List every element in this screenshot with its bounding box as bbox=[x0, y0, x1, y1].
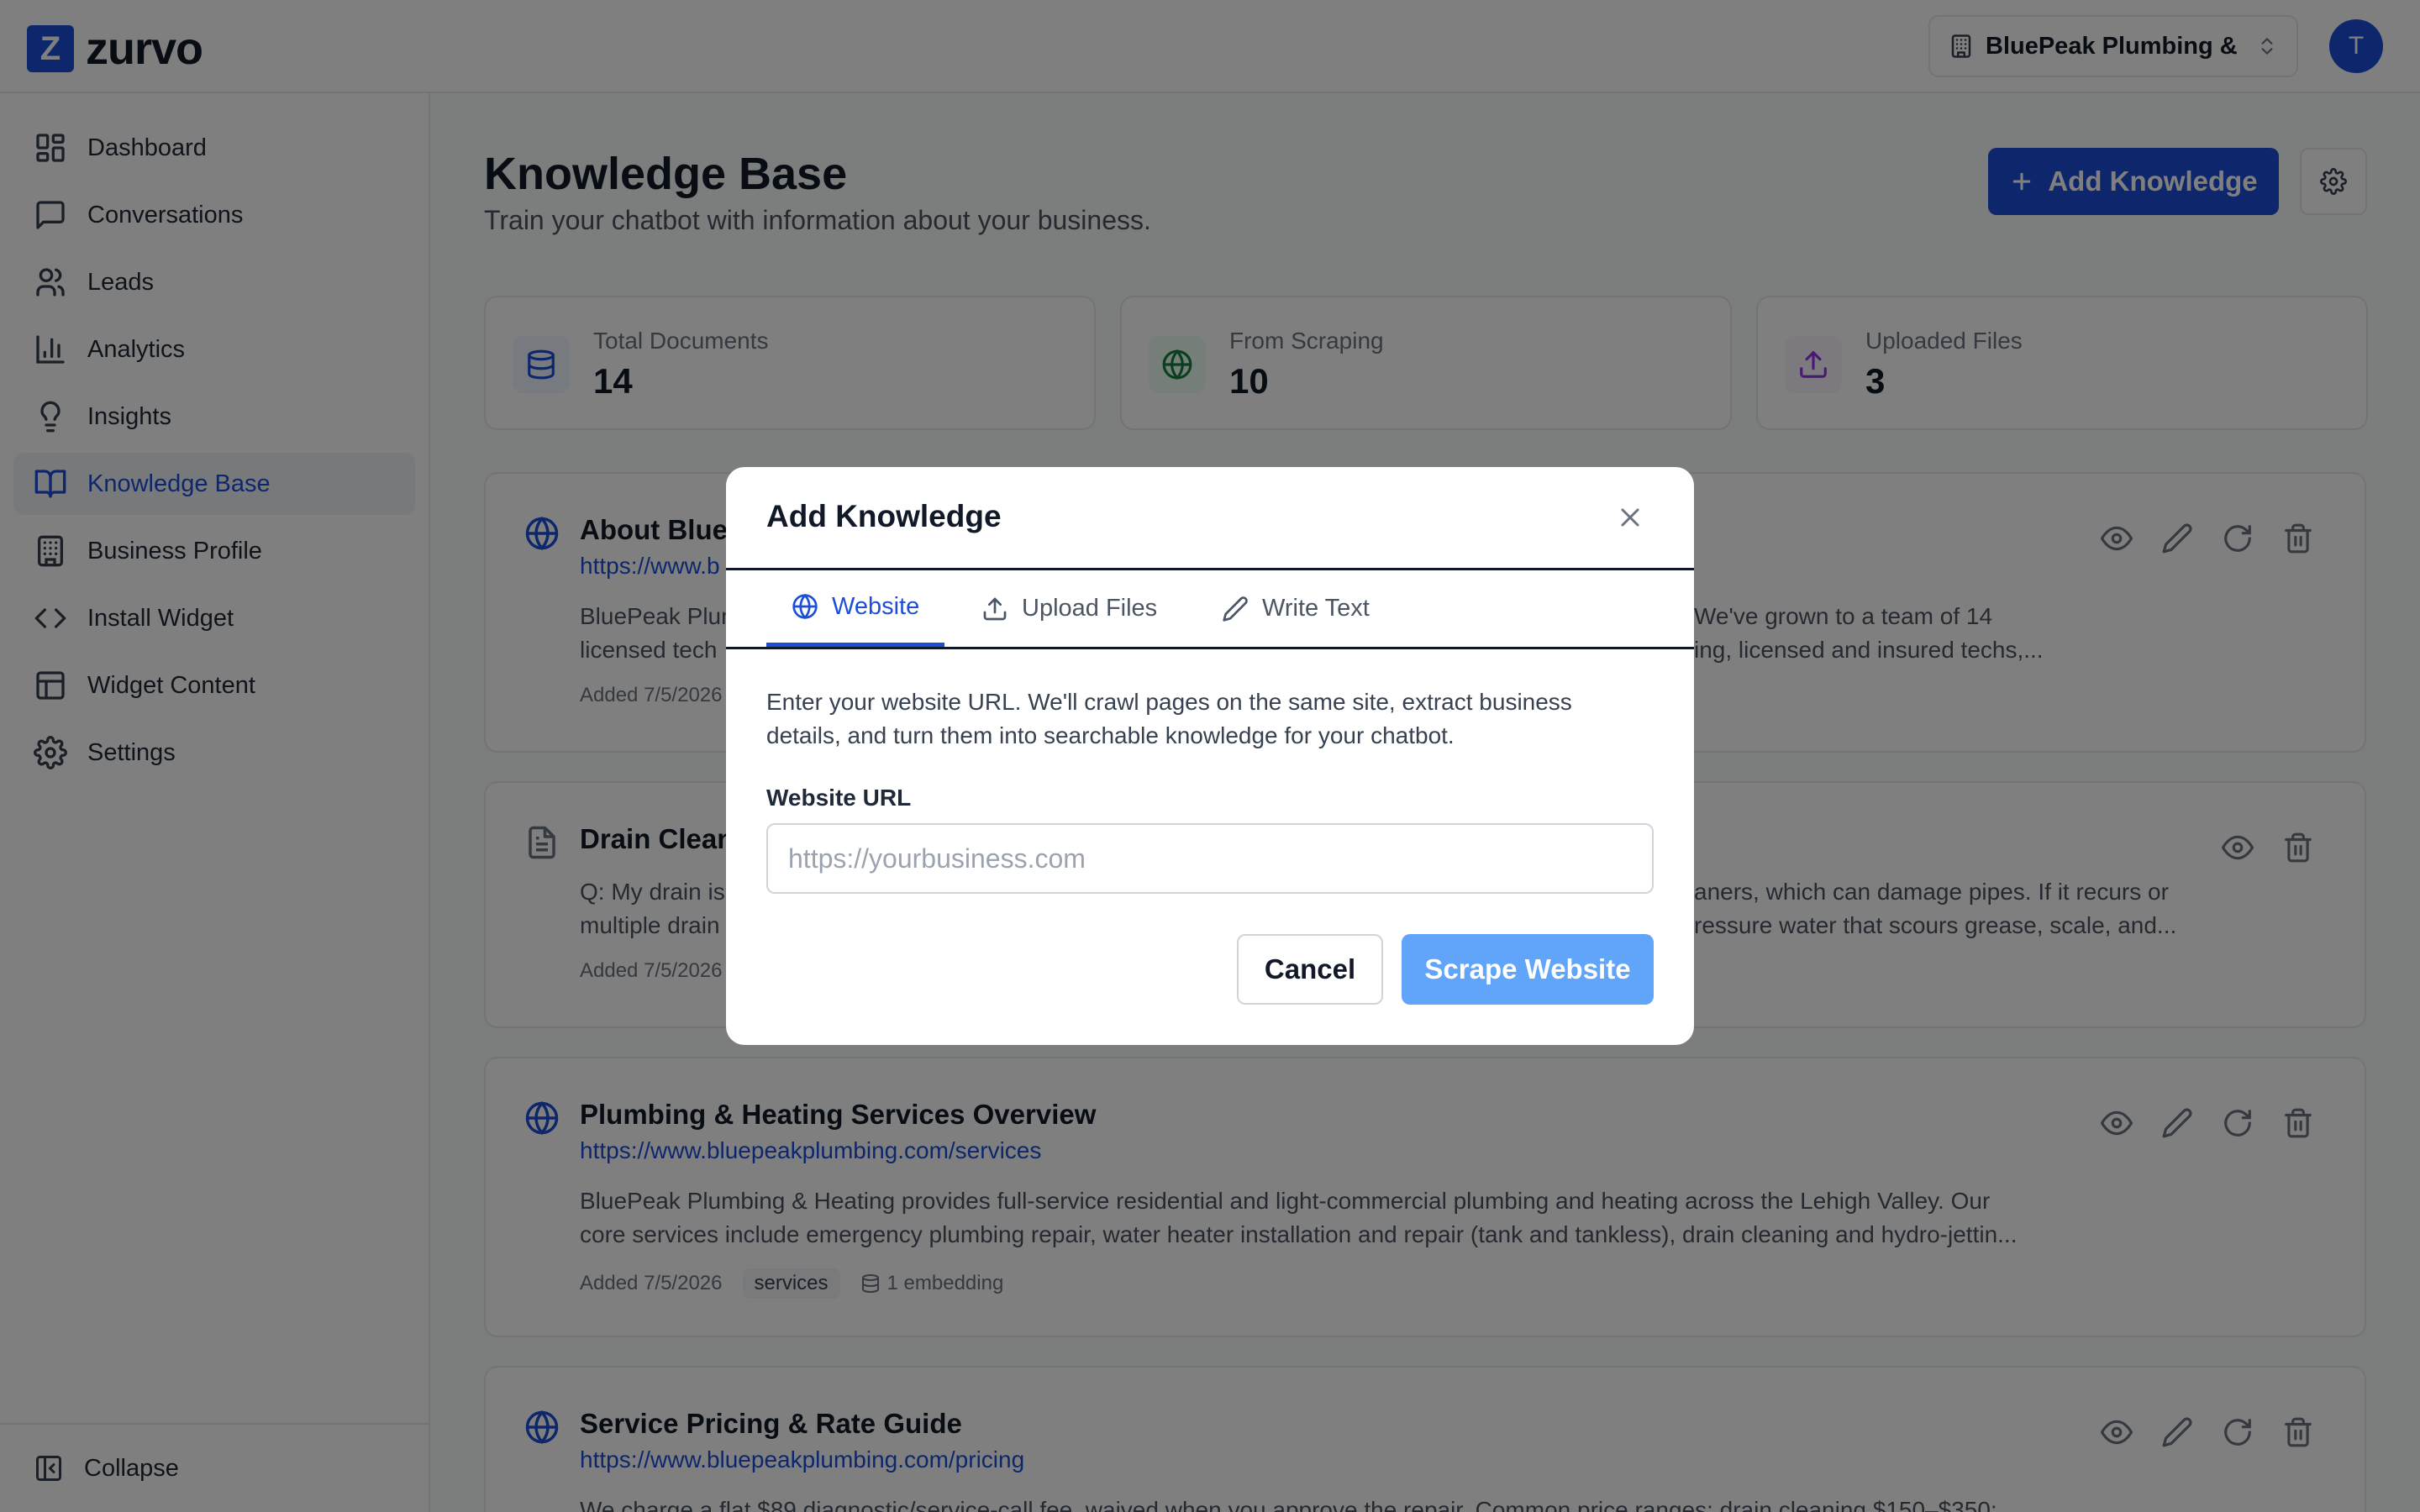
add-knowledge-modal: Add Knowledge Website Upload Files Write… bbox=[726, 467, 1694, 1045]
globe-icon bbox=[792, 593, 818, 620]
modal-description: Enter your website URL. We'll crawl page… bbox=[766, 689, 1572, 748]
scrape-website-button[interactable]: Scrape Website bbox=[1402, 934, 1654, 1005]
tab-upload-files[interactable]: Upload Files bbox=[956, 570, 1182, 647]
tab-label: Write Text bbox=[1262, 595, 1370, 622]
cancel-button[interactable]: Cancel bbox=[1237, 934, 1383, 1005]
tab-label: Upload Files bbox=[1022, 595, 1158, 622]
modal-title: Add Knowledge bbox=[766, 499, 1002, 533]
upload-icon bbox=[981, 596, 1008, 622]
tabs-divider-bottom bbox=[726, 647, 1694, 649]
tab-write-text[interactable]: Write Text bbox=[1197, 570, 1395, 647]
close-icon[interactable] bbox=[1615, 502, 1645, 533]
tab-label: Website bbox=[832, 592, 920, 620]
website-url-input[interactable] bbox=[766, 823, 1654, 894]
tab-website[interactable]: Website bbox=[766, 570, 945, 647]
website-url-label: Website URL bbox=[766, 785, 912, 811]
pencil-icon bbox=[1222, 596, 1249, 622]
